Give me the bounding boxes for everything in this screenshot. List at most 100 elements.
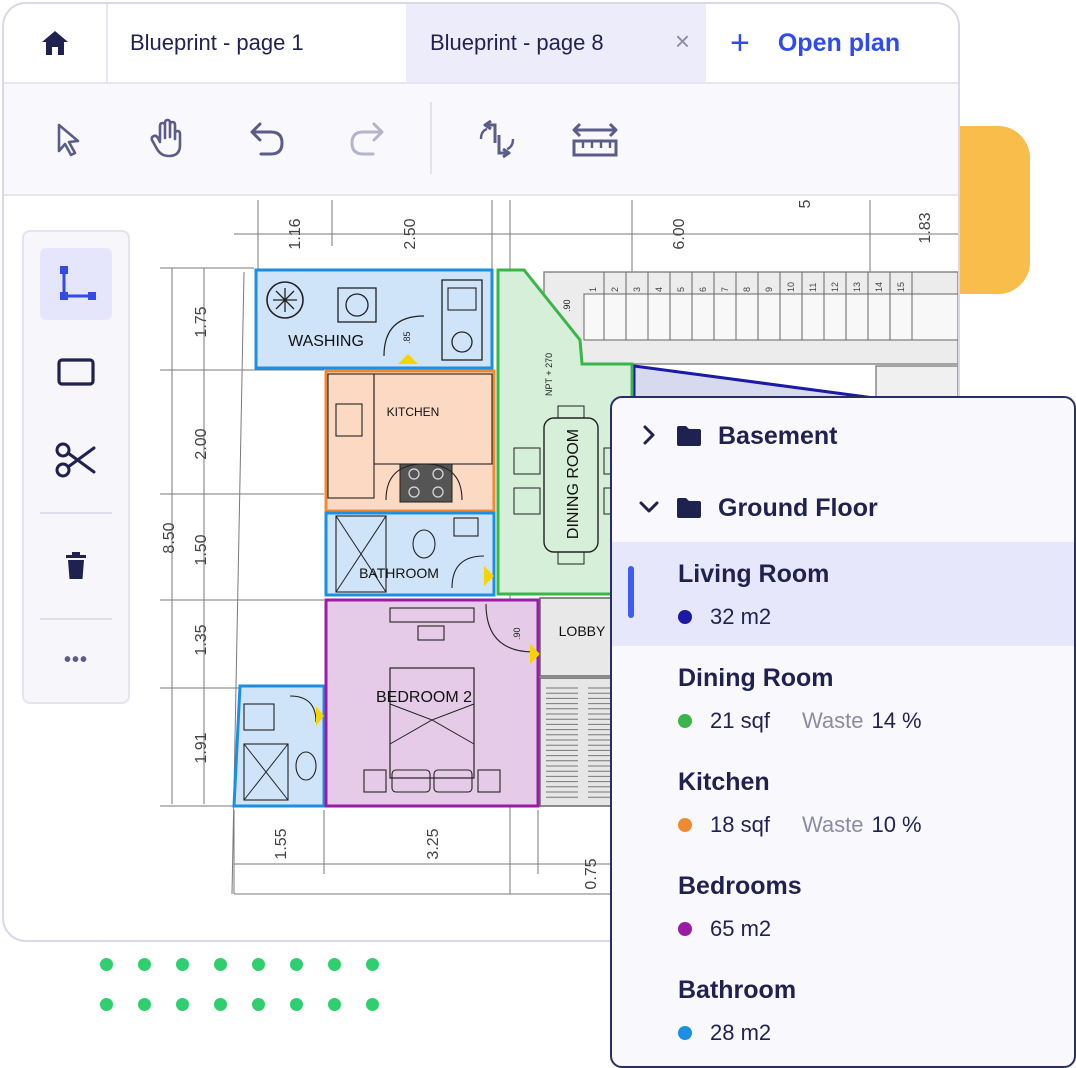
- stair-number: 7: [720, 287, 730, 292]
- stair-number: 3: [632, 287, 642, 292]
- rotate-icon: [479, 119, 515, 159]
- waste-value: 14 %: [871, 708, 922, 733]
- more-button[interactable]: •••: [40, 624, 112, 696]
- room-item-dining-room[interactable]: Dining Room 21 sqf Waste 14 %: [612, 646, 1074, 750]
- rotate-tool-button[interactable]: [472, 114, 522, 164]
- hand-icon: [150, 118, 182, 158]
- room-label-bedroom: BEDROOM 2: [376, 689, 472, 706]
- stair-number: 9: [764, 287, 774, 292]
- folder-icon: [677, 498, 701, 518]
- decorative-dot: [176, 998, 189, 1011]
- staircase: 1 2 3 4 5 6 7 8 9 10 11 12 13 14 15: [543, 271, 958, 365]
- home-tab[interactable]: [4, 4, 108, 82]
- stair-number: 5: [676, 287, 686, 292]
- room-list-panel: Basement Ground Floor Living Room 32 m2 …: [610, 396, 1076, 1068]
- color-dot: [678, 610, 692, 624]
- svg-text:1.75: 1.75: [193, 306, 210, 337]
- svg-text:6.00: 6.00: [671, 218, 688, 249]
- decorative-dot: [214, 958, 227, 971]
- measure-tool-button[interactable]: [570, 114, 620, 164]
- folder-icon: [677, 426, 701, 446]
- room-item-bathroom[interactable]: Bathroom 28 m2: [612, 958, 1074, 1062]
- stair-number: 12: [830, 282, 840, 292]
- svg-text:3.25: 3.25: [425, 828, 442, 859]
- room-item-living-room[interactable]: Living Room 32 m2: [612, 542, 1074, 646]
- rectangle-icon: [57, 358, 95, 386]
- door-label: .90: [562, 299, 572, 312]
- door-label: .85: [402, 331, 412, 344]
- room-label-bathroom: BATHROOM: [359, 565, 439, 581]
- svg-text:8.50: 8.50: [161, 522, 178, 553]
- tab-blueprint-page-8[interactable]: Blueprint - page 8 ×: [406, 4, 706, 82]
- svg-text:1.91: 1.91: [193, 732, 210, 763]
- room-label-dining: DINING ROOM: [565, 429, 582, 539]
- trash-icon: [66, 552, 86, 579]
- stair-number: 10: [786, 282, 796, 292]
- tab-blueprint-page-1[interactable]: Blueprint - page 1: [108, 4, 406, 82]
- room-meta: 21 sqf Waste 14 %: [678, 708, 922, 734]
- selection-indicator: [628, 566, 634, 618]
- room-item-kitchen[interactable]: Kitchen 18 sqf Waste 10 %: [612, 750, 1074, 854]
- svg-text:1.83: 1.83: [917, 212, 934, 243]
- undo-button[interactable]: [242, 114, 292, 164]
- waste-label: Waste: [801, 812, 864, 837]
- group-ground-floor[interactable]: Ground Floor: [612, 478, 1074, 538]
- cut-tool-button[interactable]: [40, 424, 112, 496]
- svg-text:1.16: 1.16: [287, 218, 304, 249]
- select-tool-button[interactable]: [42, 114, 92, 164]
- decorative-dot: [100, 998, 113, 1011]
- stair-number: 14: [874, 282, 884, 292]
- stair-number: 6: [698, 287, 708, 292]
- chevron-down-icon: [639, 501, 659, 513]
- svg-text:1.55: 1.55: [273, 828, 290, 859]
- room-area: 18 sqf: [710, 812, 770, 837]
- waste-label: Waste: [801, 708, 864, 733]
- decorative-dot: [366, 998, 379, 1011]
- line-tool-button[interactable]: [40, 248, 112, 320]
- room-area: 32 m2: [710, 604, 772, 629]
- room-item-bedrooms[interactable]: Bedrooms 65 m2: [612, 854, 1074, 958]
- bathroom-area[interactable]: [324, 511, 496, 597]
- open-plan-button[interactable]: + Open plan: [730, 4, 900, 82]
- room-name: Bathroom: [678, 976, 797, 1004]
- decorative-dot: [176, 958, 189, 971]
- room-name: Living Room: [678, 560, 830, 588]
- plus-icon: +: [730, 23, 750, 62]
- decorative-dot: [290, 998, 303, 1011]
- delete-button[interactable]: [40, 530, 112, 602]
- color-dot: [678, 714, 692, 728]
- decorative-dot: [328, 958, 341, 971]
- waste-value: 10 %: [871, 812, 922, 837]
- decorative-dot: [214, 998, 227, 1011]
- more-icon: •••: [63, 648, 88, 671]
- undo-icon: [250, 122, 284, 156]
- redo-icon: [350, 122, 384, 156]
- stair-number: 13: [852, 282, 862, 292]
- decorative-dot: [100, 958, 113, 971]
- room-label-kitchen: KITCHEN: [387, 405, 440, 419]
- stair-number: 11: [808, 283, 818, 292]
- group-basement[interactable]: Basement: [612, 406, 1074, 466]
- decorative-dot: [138, 998, 151, 1011]
- room-area: 28 m2: [710, 1020, 772, 1045]
- washing-room-area[interactable]: [254, 268, 494, 370]
- stair-number: 2: [610, 287, 620, 292]
- rectangle-tool-button[interactable]: [40, 336, 112, 408]
- stair-number: 15: [896, 282, 906, 292]
- svg-text:5: 5: [797, 199, 814, 208]
- room-meta: 65 m2: [678, 916, 771, 942]
- tab-bar: Blueprint - page 1 Blueprint - page 8 × …: [4, 4, 958, 84]
- hand-tool-button[interactable]: [142, 114, 192, 164]
- decorative-dot: [138, 958, 151, 971]
- svg-text:0.75: 0.75: [583, 858, 600, 889]
- room-name: Bedrooms: [678, 872, 802, 900]
- close-icon[interactable]: ×: [675, 28, 690, 54]
- room-label-lobby: LOBBY: [559, 623, 606, 639]
- line-tool-icon: [60, 266, 96, 300]
- room-meta: 18 sqf Waste 10 %: [678, 812, 922, 838]
- color-dot: [678, 818, 692, 832]
- redo-button[interactable]: [342, 114, 392, 164]
- npt-label: NPT + 270: [544, 353, 554, 396]
- room-area: 65 m2: [710, 916, 772, 941]
- decorative-dot: [252, 998, 265, 1011]
